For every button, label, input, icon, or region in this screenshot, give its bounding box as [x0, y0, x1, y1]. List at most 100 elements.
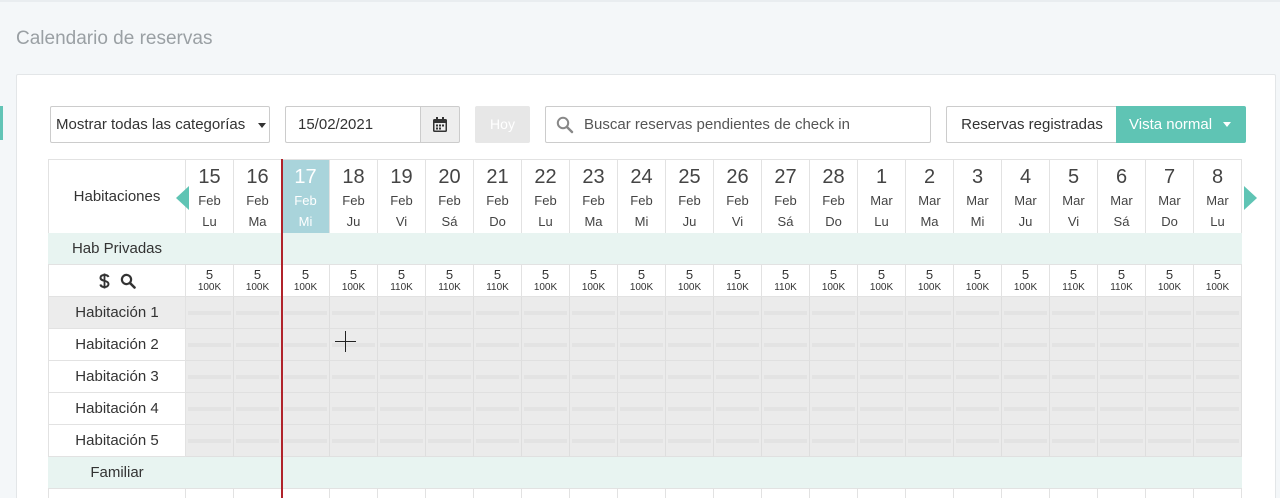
- price-cell[interactable]: [906, 489, 954, 498]
- price-cell[interactable]: [618, 489, 666, 498]
- day-header[interactable]: 16 Feb Ma: [234, 160, 282, 234]
- booking-cell[interactable]: [522, 329, 570, 361]
- room-label[interactable]: Habitación 3: [48, 361, 186, 393]
- day-header[interactable]: 3 Mar Mi: [954, 160, 1002, 234]
- price-cell[interactable]: [282, 489, 330, 498]
- booking-cell[interactable]: [666, 329, 714, 361]
- booking-cell[interactable]: [426, 393, 474, 425]
- booking-cell[interactable]: [618, 361, 666, 393]
- day-header[interactable]: 5 Mar Vi: [1050, 160, 1098, 234]
- booking-cell[interactable]: [522, 425, 570, 457]
- booking-cell[interactable]: [906, 329, 954, 361]
- price-cell[interactable]: 5 110K: [1098, 265, 1146, 297]
- booking-cell[interactable]: [1050, 329, 1098, 361]
- booking-cell[interactable]: [1098, 425, 1146, 457]
- price-cell[interactable]: [1002, 489, 1050, 498]
- booking-cell[interactable]: [810, 361, 858, 393]
- room-label[interactable]: Habitación 4: [48, 393, 186, 425]
- booking-cell[interactable]: [858, 425, 906, 457]
- booking-cell[interactable]: [762, 329, 810, 361]
- booking-cell[interactable]: [858, 297, 906, 329]
- day-header[interactable]: 6 Mar Sá: [1098, 160, 1146, 234]
- booking-cell[interactable]: [1194, 425, 1242, 457]
- booking-cell[interactable]: [906, 393, 954, 425]
- booking-cell[interactable]: [570, 361, 618, 393]
- price-cell[interactable]: [426, 489, 474, 498]
- calendar-button[interactable]: [420, 106, 460, 143]
- price-cell[interactable]: 5 100K: [570, 265, 618, 297]
- price-cell[interactable]: 5 110K: [378, 265, 426, 297]
- booking-cell[interactable]: [810, 393, 858, 425]
- booking-cell[interactable]: [954, 425, 1002, 457]
- dollar-icon[interactable]: [98, 273, 110, 289]
- day-header[interactable]: 17 Feb Mi: [282, 160, 330, 234]
- date-input[interactable]: 15/02/2021: [285, 106, 421, 143]
- booking-cell[interactable]: [282, 425, 330, 457]
- day-header[interactable]: 28 Feb Do: [810, 160, 858, 234]
- booking-cell[interactable]: [666, 297, 714, 329]
- room-label[interactable]: Habitación 1: [48, 297, 186, 329]
- price-cell[interactable]: 5 100K: [330, 265, 378, 297]
- price-cell[interactable]: [570, 489, 618, 498]
- day-header[interactable]: 26 Feb Vi: [714, 160, 762, 234]
- booking-cell[interactable]: [1194, 393, 1242, 425]
- booking-cell[interactable]: [522, 297, 570, 329]
- booking-cell[interactable]: [522, 393, 570, 425]
- booking-cell[interactable]: [762, 297, 810, 329]
- day-header[interactable]: 7 Mar Do: [1146, 160, 1194, 234]
- booking-cell[interactable]: [1146, 297, 1194, 329]
- booking-cell[interactable]: [810, 297, 858, 329]
- view-mode-dropdown[interactable]: Vista normal: [1116, 106, 1246, 143]
- registered-bookings-button[interactable]: Reservas registradas: [946, 106, 1117, 143]
- booking-cell[interactable]: [570, 393, 618, 425]
- booking-cell[interactable]: [714, 361, 762, 393]
- price-cell[interactable]: [762, 489, 810, 498]
- day-header[interactable]: 1 Mar Lu: [858, 160, 906, 234]
- price-cell[interactable]: [666, 489, 714, 498]
- day-header[interactable]: 22 Feb Lu: [522, 160, 570, 234]
- price-cell[interactable]: 5 100K: [858, 265, 906, 297]
- previous-arrow-icon[interactable]: [176, 186, 189, 210]
- day-header[interactable]: 4 Mar Ju: [1002, 160, 1050, 234]
- booking-cell[interactable]: [810, 425, 858, 457]
- day-header[interactable]: 21 Feb Do: [474, 160, 522, 234]
- price-cell[interactable]: 5 100K: [1146, 265, 1194, 297]
- booking-cell[interactable]: [474, 393, 522, 425]
- price-cell[interactable]: [378, 489, 426, 498]
- booking-cell[interactable]: [186, 425, 234, 457]
- room-label[interactable]: Habitación 5: [48, 425, 186, 457]
- price-cell[interactable]: [810, 489, 858, 498]
- booking-cell[interactable]: [1050, 425, 1098, 457]
- price-cell[interactable]: [474, 489, 522, 498]
- booking-cell[interactable]: [378, 361, 426, 393]
- price-cell[interactable]: 5 110K: [762, 265, 810, 297]
- price-cell[interactable]: 5 100K: [666, 265, 714, 297]
- price-cell[interactable]: [1194, 489, 1242, 498]
- booking-cell[interactable]: [1146, 329, 1194, 361]
- booking-cell[interactable]: [282, 329, 330, 361]
- booking-cell[interactable]: [618, 425, 666, 457]
- booking-cell[interactable]: [954, 329, 1002, 361]
- booking-cell[interactable]: [474, 297, 522, 329]
- booking-cell[interactable]: [378, 297, 426, 329]
- price-cell[interactable]: [954, 489, 1002, 498]
- booking-cell[interactable]: [762, 425, 810, 457]
- booking-cell[interactable]: [426, 425, 474, 457]
- booking-cell[interactable]: [906, 361, 954, 393]
- booking-cell[interactable]: [1002, 329, 1050, 361]
- price-cell[interactable]: [330, 489, 378, 498]
- booking-cell[interactable]: [618, 393, 666, 425]
- booking-cell[interactable]: [474, 425, 522, 457]
- day-header[interactable]: 2 Mar Ma: [906, 160, 954, 234]
- booking-cell[interactable]: [426, 297, 474, 329]
- price-cell[interactable]: [1050, 489, 1098, 498]
- booking-cell[interactable]: [234, 297, 282, 329]
- booking-cell[interactable]: [378, 425, 426, 457]
- price-cell[interactable]: [714, 489, 762, 498]
- booking-cell[interactable]: [234, 393, 282, 425]
- price-cell[interactable]: 5 100K: [810, 265, 858, 297]
- booking-cell[interactable]: [186, 393, 234, 425]
- booking-cell[interactable]: [1002, 361, 1050, 393]
- room-label[interactable]: Habitación 2: [48, 329, 186, 361]
- price-cell[interactable]: 5 100K: [186, 265, 234, 297]
